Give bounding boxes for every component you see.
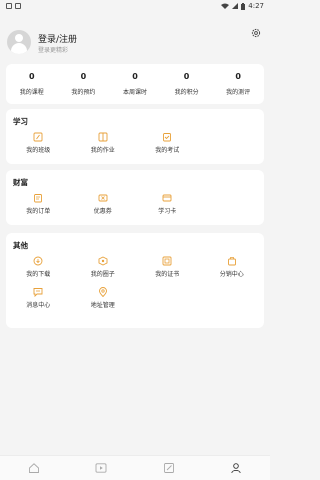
menu-item-my-circle[interactable]: 我的圈子 <box>71 256 136 278</box>
order-icon <box>34 194 43 203</box>
menu-item-my-homework[interactable]: 我的作业 <box>71 132 136 154</box>
stats-card: 0 我的课程 0 我的预约 0 本周课时 0 我的积分 0 我的测评 <box>6 64 264 104</box>
status-right: 4:27 <box>221 2 264 10</box>
menu-item-my-exam[interactable]: 我的考试 <box>135 132 200 154</box>
settings-icon[interactable] <box>251 28 261 38</box>
tab-home[interactable] <box>0 456 68 480</box>
stat-value: 0 <box>29 72 35 81</box>
address-icon <box>98 287 107 297</box>
menu-item-label: 我的证书 <box>155 271 180 278</box>
stat-my-points[interactable]: 0 我的积分 <box>161 64 213 104</box>
notification-icon <box>6 3 12 9</box>
study-section: 学习 我的班级 我的作业 我的考试 <box>6 109 264 164</box>
stat-label: 本周课时 <box>122 89 147 96</box>
menu-item-label: 我的圈子 <box>90 271 115 278</box>
message-icon <box>33 288 43 297</box>
circle-icon <box>98 256 108 266</box>
video-icon <box>95 463 107 473</box>
menu-item-label: 分销中心 <box>219 271 244 278</box>
stat-label: 我的预约 <box>71 89 96 96</box>
profile-icon <box>231 463 241 474</box>
tab-video[interactable] <box>68 456 136 480</box>
signal-icon <box>232 3 239 9</box>
stat-my-appointments[interactable]: 0 我的预约 <box>58 64 110 104</box>
bottom-tab-bar <box>0 455 270 480</box>
profile-header[interactable]: 登录/注册 登录更精彩 <box>0 12 270 62</box>
class-icon <box>33 132 43 142</box>
status-bar: 4:27 <box>0 0 270 12</box>
wealth-section: 财富 我的订单 优惠券 学习卡 <box>6 170 264 225</box>
distribution-icon <box>227 257 236 266</box>
exam-icon <box>163 133 172 142</box>
menu-item-label: 我的下载 <box>26 271 51 278</box>
menu-item-my-orders[interactable]: 我的订单 <box>6 193 71 215</box>
section-title: 学习 <box>13 117 28 126</box>
notification-icon <box>15 3 21 9</box>
edit-icon <box>163 463 174 473</box>
stat-my-assessments[interactable]: 0 我的测评 <box>212 64 264 104</box>
stat-value: 0 <box>80 72 87 81</box>
menu-item-label: 我的作业 <box>90 147 115 154</box>
stat-value: 0 <box>132 72 138 81</box>
section-title: 财富 <box>13 178 28 187</box>
menu-item-distribution-center[interactable]: 分销中心 <box>200 256 265 278</box>
avatar[interactable] <box>7 30 31 54</box>
certificate-icon <box>162 256 172 266</box>
section-title: 其他 <box>13 241 28 250</box>
menu-item-label: 学习卡 <box>158 208 177 215</box>
stat-label: 我的积分 <box>174 89 199 96</box>
wifi-icon <box>221 3 230 9</box>
menu-item-study-card[interactable]: 学习卡 <box>135 193 200 215</box>
stat-weekly-hours[interactable]: 0 本周课时 <box>109 64 161 104</box>
stat-value: 0 <box>235 72 241 81</box>
card-icon <box>162 194 172 202</box>
login-subtitle: 登录更精彩 <box>38 47 69 54</box>
battery-icon <box>241 2 246 10</box>
stat-label: 我的测评 <box>226 89 251 96</box>
menu-item-address-management[interactable]: 地址管理 <box>71 287 136 309</box>
login-register-link[interactable]: 登录/注册 <box>38 32 77 45</box>
homework-icon <box>98 132 108 142</box>
other-section: 其他 我的下载 我的圈子 我的证书 分销中心 消息中心 地址管理 <box>6 233 264 328</box>
status-time: 4:27 <box>248 2 264 10</box>
menu-item-label: 优惠券 <box>93 208 112 215</box>
menu-item-message-center[interactable]: 消息中心 <box>6 287 71 309</box>
menu-item-label: 我的考试 <box>155 147 180 154</box>
menu-item-label: 消息中心 <box>26 302 51 309</box>
menu-item-label: 我的班级 <box>26 147 51 154</box>
download-icon <box>33 256 43 266</box>
menu-item-my-certificates[interactable]: 我的证书 <box>135 256 200 278</box>
menu-item-label: 我的订单 <box>26 208 51 215</box>
stat-value: 0 <box>183 72 190 81</box>
tab-profile[interactable] <box>203 456 271 480</box>
menu-item-my-class[interactable]: 我的班级 <box>6 132 71 154</box>
home-icon <box>28 463 39 473</box>
menu-item-my-downloads[interactable]: 我的下载 <box>6 256 71 278</box>
coupon-icon <box>98 194 108 202</box>
notification-icons <box>6 3 21 9</box>
menu-item-label: 地址管理 <box>90 302 115 309</box>
stat-my-courses[interactable]: 0 我的课程 <box>6 64 58 104</box>
tab-edit[interactable] <box>135 456 203 480</box>
menu-item-coupons[interactable]: 优惠券 <box>71 193 136 215</box>
stat-label: 我的课程 <box>19 89 44 96</box>
